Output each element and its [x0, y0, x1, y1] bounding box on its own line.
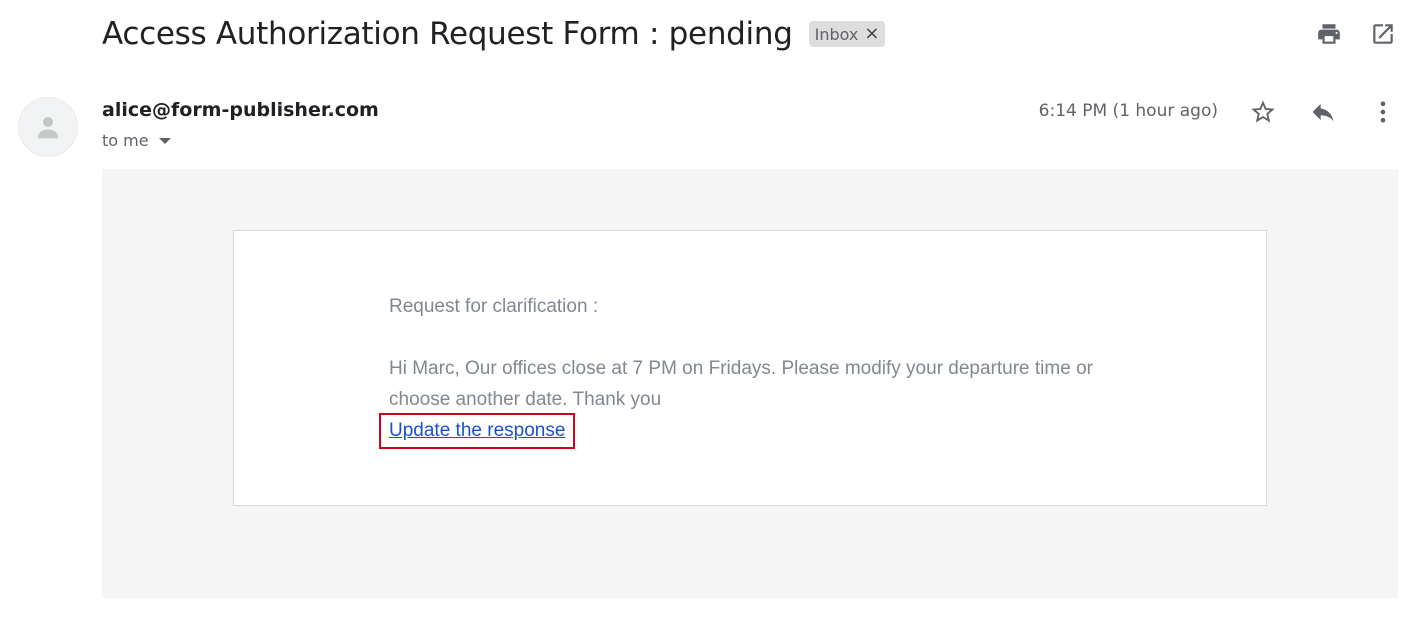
- sender-avatar[interactable]: [18, 97, 78, 157]
- message-heading: Request for clarification :: [389, 296, 599, 317]
- recipient-details-toggle[interactable]: to me: [102, 131, 171, 150]
- recipient-label: to me: [102, 131, 149, 150]
- print-icon[interactable]: [1315, 20, 1343, 48]
- reply-icon[interactable]: [1308, 97, 1338, 127]
- message-content: Request for clarification : Hi Marc, Our…: [378, 291, 1149, 449]
- message-body: Hi Marc, Our offices close at 7 PM on Fr…: [389, 358, 1093, 410]
- remove-label-icon[interactable]: ×: [864, 25, 879, 43]
- update-response-link[interactable]: Update the response: [378, 413, 576, 449]
- sender-email[interactable]: alice@form-publisher.com: [102, 99, 379, 121]
- email-subject: Access Authorization Request Form : pend…: [102, 16, 793, 52]
- inbox-label-text: Inbox: [814, 24, 859, 44]
- chevron-down-icon: [158, 137, 171, 144]
- default-avatar-icon: [38, 117, 58, 139]
- message-card: Request for clarification : Hi Marc, Our…: [233, 230, 1267, 506]
- inbox-label-chip[interactable]: Inbox ×: [808, 21, 886, 47]
- email-timestamp: 6:14 PM (1 hour ago): [1038, 101, 1218, 121]
- open-in-new-window-icon[interactable]: [1369, 20, 1397, 48]
- more-vertical-icon[interactable]: [1368, 97, 1398, 127]
- star-icon[interactable]: [1248, 97, 1278, 127]
- subject-row: Access Authorization Request Form : pend…: [102, 12, 886, 56]
